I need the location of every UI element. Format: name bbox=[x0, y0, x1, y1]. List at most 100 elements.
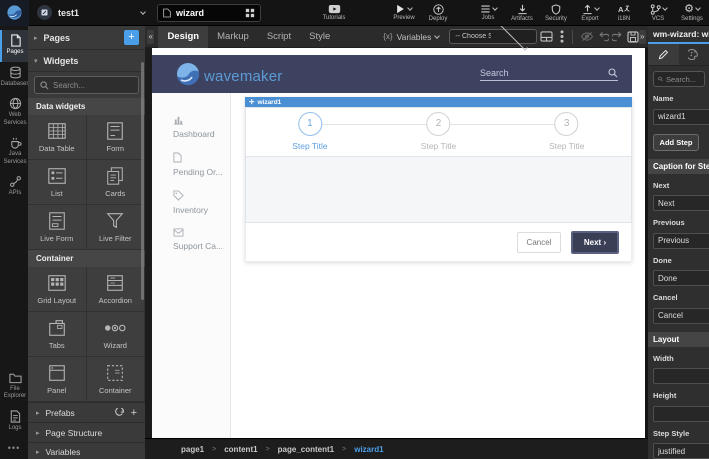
project-switcher[interactable]: test1 bbox=[37, 5, 146, 20]
open-page-tab[interactable]: wizard bbox=[157, 3, 261, 22]
tab-style[interactable]: Style bbox=[300, 26, 339, 48]
rail-item-databases[interactable]: Databases bbox=[0, 62, 29, 94]
rail-item-pages[interactable]: Pages bbox=[0, 30, 28, 62]
widget-item-cards[interactable]: Cards bbox=[86, 160, 145, 205]
wizard-step-3[interactable]: 3 Step Title bbox=[549, 112, 584, 151]
collapse-props-button[interactable]: » bbox=[638, 29, 646, 44]
pages-section-header[interactable]: ▸ Pages + bbox=[28, 26, 145, 50]
tab-markup[interactable]: Markup bbox=[208, 26, 258, 48]
screen-size-select[interactable]: -- Choose Screen Size -- bbox=[449, 21, 538, 50]
panel-scrollbar[interactable] bbox=[141, 62, 144, 300]
prefabs-section-header[interactable]: ▸ Prefabs + bbox=[28, 402, 145, 422]
breadcrumb: page1 > content1 > page_content1 > wizar… bbox=[145, 438, 648, 459]
breadcrumb-page-content1[interactable]: page_content1 bbox=[278, 445, 334, 454]
drag-handle-icon: ✛ bbox=[249, 99, 255, 106]
wizard-step-content[interactable] bbox=[245, 157, 632, 223]
layout-split-button[interactable] bbox=[540, 29, 553, 45]
breadcrumb-page1[interactable]: page1 bbox=[181, 445, 204, 454]
settings-button[interactable]: ⚙ Settings bbox=[675, 0, 709, 26]
wizard-step-2[interactable]: 2 Step Title bbox=[421, 112, 456, 151]
artifacts-button[interactable]: Artifacts bbox=[505, 0, 539, 26]
rail-item-java-services[interactable]: Java Services bbox=[0, 132, 28, 171]
page-structure-section-header[interactable]: ▸ Page Structure bbox=[28, 422, 145, 442]
wizard-selection-bar[interactable]: ✛ wizard1 bbox=[245, 97, 632, 107]
widget-item-tabs[interactable]: Tabs bbox=[28, 312, 87, 357]
save-button[interactable] bbox=[626, 29, 639, 45]
i18n-button[interactable]: A i18N bbox=[607, 0, 641, 26]
widget-item-grid-layout[interactable]: Grid Layout bbox=[28, 267, 87, 312]
preview-button[interactable]: Preview bbox=[387, 0, 421, 26]
grid-apps-icon[interactable] bbox=[245, 8, 255, 18]
more-options-button[interactable] bbox=[556, 29, 568, 45]
breadcrumb-wizard1[interactable]: wizard1 bbox=[354, 445, 383, 454]
nav-item-inventory[interactable]: Inventory bbox=[152, 190, 230, 215]
nav-item-support-cases[interactable]: Support Ca... bbox=[152, 228, 230, 251]
tutorials-button[interactable]: Tutorials bbox=[317, 0, 351, 26]
rail-item-logs[interactable]: Logs bbox=[0, 406, 28, 438]
undo-button[interactable] bbox=[597, 29, 609, 45]
widget-item-form[interactable]: Form bbox=[86, 115, 145, 160]
props-search-input[interactable] bbox=[666, 74, 700, 84]
security-button[interactable]: Security bbox=[539, 0, 573, 26]
rail-label: Web Services bbox=[3, 112, 27, 126]
widget-item-data-table[interactable]: Data Table bbox=[28, 115, 87, 160]
next-field[interactable] bbox=[653, 195, 709, 211]
done-field[interactable] bbox=[653, 270, 709, 286]
widget-search-input[interactable] bbox=[53, 80, 133, 90]
nav-item-pending-orders[interactable]: Pending Or... bbox=[152, 152, 230, 177]
cancel-field[interactable] bbox=[653, 307, 709, 324]
height-field[interactable] bbox=[653, 405, 709, 422]
open-page-name: wizard bbox=[176, 7, 205, 18]
add-step-button[interactable]: Add Step bbox=[653, 133, 699, 151]
widget-item-wizard[interactable]: Wizard bbox=[86, 312, 145, 357]
previous-field[interactable] bbox=[653, 232, 709, 249]
widgets-section-header[interactable]: ▾ Widgets bbox=[28, 50, 145, 72]
export-button[interactable]: Export bbox=[573, 0, 607, 26]
tab-design[interactable]: Design bbox=[158, 25, 209, 48]
tabs-icon bbox=[48, 320, 65, 336]
wizard-cancel-button[interactable]: Cancel bbox=[517, 231, 561, 253]
list-icon bbox=[48, 168, 66, 184]
app-search-input[interactable] bbox=[480, 67, 608, 78]
hide-widgets-button[interactable] bbox=[580, 29, 594, 45]
add-page-button[interactable]: + bbox=[124, 30, 139, 45]
tab-properties[interactable] bbox=[648, 44, 679, 65]
widget-item-panel[interactable]: Panel bbox=[28, 357, 87, 402]
widget-item-live-form[interactable]: Live Form bbox=[28, 205, 87, 250]
deploy-button[interactable]: Deploy bbox=[421, 0, 455, 26]
name-field[interactable] bbox=[653, 108, 709, 125]
wizard-step-1[interactable]: 1 Step Title bbox=[292, 112, 328, 151]
rail-item-apis[interactable]: APIs bbox=[0, 171, 28, 203]
rail-more-button[interactable]: ••• bbox=[0, 437, 28, 459]
nav-item-dashboard[interactable]: Dashboard bbox=[152, 115, 230, 139]
widget-item-accordion[interactable]: Accordion bbox=[86, 267, 145, 312]
vcs-button[interactable]: VCS bbox=[641, 0, 675, 26]
breadcrumb-content1[interactable]: content1 bbox=[224, 445, 257, 454]
step-style-field[interactable] bbox=[653, 443, 709, 459]
refresh-icon[interactable] bbox=[114, 407, 125, 418]
rail-item-web-services[interactable]: Web Services bbox=[0, 93, 28, 132]
rail-label: Pages bbox=[6, 49, 24, 55]
variables-menu[interactable]: {x} Variables bbox=[383, 32, 441, 42]
design-canvas[interactable]: wavemaker Dashboard Pending Or... Invent… bbox=[152, 48, 645, 438]
widget-item-list[interactable]: List bbox=[28, 160, 87, 205]
wizard-next-button[interactable]: Next › bbox=[571, 230, 619, 254]
redo-button[interactable] bbox=[611, 29, 624, 45]
page-structure-label: Page Structure bbox=[45, 427, 103, 438]
widget-item-live-filter[interactable]: Live Filter bbox=[86, 205, 145, 250]
collapse-panel-button[interactable]: « bbox=[147, 29, 155, 44]
tab-script[interactable]: Script bbox=[258, 26, 300, 48]
export-label: Export bbox=[581, 15, 599, 22]
settings-label: Settings bbox=[681, 15, 703, 22]
widget-item-container[interactable]: Container bbox=[86, 357, 145, 402]
variables-section-header[interactable]: ▸ Variables bbox=[28, 442, 145, 459]
width-field[interactable] bbox=[653, 368, 709, 384]
rail-item-file-explorer[interactable]: File Explorer bbox=[0, 368, 28, 406]
live-filter-funnel-icon bbox=[106, 213, 124, 229]
app-search[interactable] bbox=[480, 67, 618, 81]
add-prefab-button[interactable]: + bbox=[131, 407, 137, 419]
wizard-widget[interactable]: ✛ wizard1 1 Step Title 2 Step Title 3 St… bbox=[245, 97, 632, 262]
wavemaker-logo[interactable] bbox=[0, 0, 29, 26]
jobs-button[interactable]: Jobs bbox=[471, 0, 505, 26]
tab-styles[interactable] bbox=[679, 44, 709, 65]
